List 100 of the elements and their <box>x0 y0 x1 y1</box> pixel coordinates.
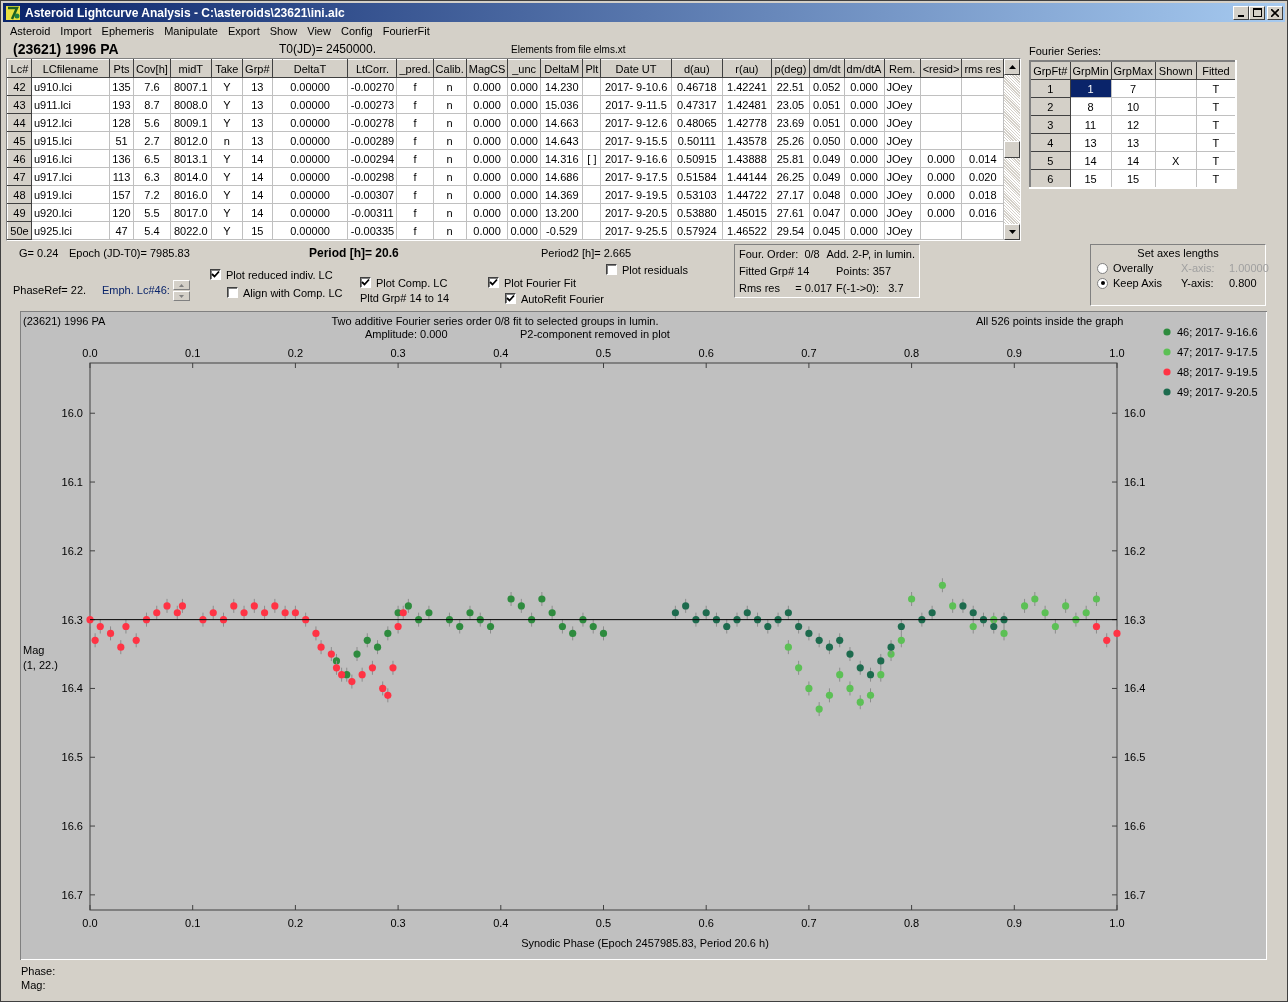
menu-item[interactable]: Ephemeris <box>96 25 160 37</box>
table-cell: 0.000 <box>920 185 962 204</box>
table-cell: 14 <box>242 167 273 186</box>
table-cell: n <box>433 77 467 96</box>
table-cell: 27.61 <box>771 203 810 222</box>
column-header[interactable]: LCfilename <box>31 59 110 78</box>
emph-label: Emph. Lc#46: <box>102 284 170 296</box>
row-header[interactable]: 6 <box>1030 169 1070 188</box>
table-cell: 15 <box>242 221 273 240</box>
column-header[interactable]: Rem. <box>884 59 921 78</box>
point <box>271 602 279 610</box>
x-tick-label: 1.0 <box>1109 917 1125 929</box>
column-header[interactable]: Calib. <box>433 59 467 78</box>
column-header[interactable]: DeltaM <box>540 59 583 78</box>
column-header[interactable]: MagCS <box>466 59 508 78</box>
menu-item[interactable]: View <box>302 25 336 37</box>
phase-readout: Phase: <box>21 964 56 978</box>
checkbox[interactable]: Plot Fourier Fit <box>487 275 606 290</box>
column-header[interactable]: d(au) <box>671 59 723 78</box>
table-cell: 8022.0 <box>170 221 212 240</box>
checkbox[interactable]: Align with Comp. LC <box>226 285 360 300</box>
table-cell: 0.051 <box>809 113 845 132</box>
menu-item[interactable]: Config <box>335 25 378 37</box>
point <box>569 629 577 637</box>
table-cell: 0.51584 <box>671 167 723 186</box>
column-header[interactable]: GrpMin <box>1070 61 1112 80</box>
column-header[interactable]: dm/dt <box>809 59 845 78</box>
column-header[interactable]: _unc <box>507 59 541 78</box>
column-header[interactable]: r(au) <box>722 59 772 78</box>
column-header[interactable]: Lc# <box>7 59 32 78</box>
table-cell: n <box>211 131 243 150</box>
point <box>784 609 792 617</box>
column-header[interactable]: Fitted <box>1196 61 1237 80</box>
checkbox[interactable]: Plot Comp. LC <box>359 275 488 290</box>
y-tick-label: 16.3 <box>61 613 83 626</box>
checkbox[interactable]: Plot residuals <box>605 262 688 277</box>
table-cell: 0.00000 <box>272 113 348 132</box>
column-header[interactable]: rms res <box>961 59 1004 78</box>
point <box>897 636 905 644</box>
x-tick-label: 0.3 <box>390 347 406 359</box>
table-cell: u910.lci <box>31 77 110 96</box>
point <box>836 636 844 644</box>
column-header[interactable]: midT <box>170 59 212 78</box>
column-header[interactable]: _pred. <box>396 59 434 78</box>
table-cell: JOey <box>884 203 921 222</box>
table-cell: Y <box>211 167 243 186</box>
table-cell: 2017- 9-12.6 <box>600 113 672 132</box>
table-cell: -0.00270 <box>348 77 397 96</box>
table-cell: n <box>433 113 467 132</box>
column-header[interactable]: Shown <box>1155 61 1197 80</box>
menu-item[interactable]: Export <box>222 25 265 37</box>
table-cell: 0.049 <box>809 149 845 168</box>
column-header[interactable]: dm/dtA <box>844 59 884 78</box>
table-cell: 0.00000 <box>272 131 348 150</box>
table-cell: 2017- 9-11.5 <box>600 95 672 114</box>
plotted-groups-label: Pltd Grp# 14 to 14 <box>359 292 451 304</box>
y-tick-label: 16.6 <box>61 820 83 833</box>
table-cell: f <box>396 221 434 240</box>
point <box>805 629 813 637</box>
column-header[interactable]: <resid> <box>920 59 962 78</box>
table-cell: -0.00289 <box>348 131 397 150</box>
menu-item[interactable]: Asteroid <box>5 25 56 37</box>
legend-label: 46; 2017- 9-16.6 <box>1177 326 1258 338</box>
checkbox[interactable]: AutoRefit Fourier <box>504 291 606 306</box>
checkbox[interactable]: Plot reduced indiv. LC <box>209 267 360 282</box>
menu-item[interactable]: Import <box>55 25 97 37</box>
menu-item[interactable]: FourierFit <box>377 25 435 37</box>
point <box>363 636 371 644</box>
chart-asteroid-name: (23621) 1996 PA <box>23 315 106 327</box>
table-cell: 0.049 <box>809 167 845 186</box>
column-header[interactable]: LtCorr. <box>348 59 397 78</box>
y-tick-label: 16.2 <box>61 544 83 557</box>
table-cell: 0.000 <box>844 167 884 186</box>
menu-item[interactable]: Manipulate <box>159 25 223 37</box>
table-cell: 1.43888 <box>722 149 772 168</box>
table-cell: n <box>433 185 467 204</box>
column-header[interactable]: Date UT <box>600 59 672 78</box>
column-header[interactable]: Cov[h] <box>133 59 171 78</box>
table-cell: n <box>433 95 467 114</box>
column-header[interactable]: Pts <box>109 59 134 78</box>
table-cell: 2017- 9-19.5 <box>600 185 672 204</box>
column-header[interactable]: Grp# <box>242 59 273 78</box>
table-cell: 25.26 <box>771 131 810 150</box>
table-cell: 0.50915 <box>671 149 723 168</box>
column-header[interactable]: GrpFt# <box>1030 61 1070 80</box>
x-tick-label: 0.3 <box>390 917 406 929</box>
column-header[interactable]: Take <box>211 59 243 78</box>
mag-readout: Mag: <box>21 978 46 992</box>
radio-button[interactable]: Keep Axis <box>1097 277 1181 289</box>
table-cell: 157 <box>109 185 134 204</box>
column-header[interactable]: GrpMax <box>1111 61 1156 80</box>
table-cell: 0.000 <box>844 221 884 240</box>
menu-item[interactable]: Show <box>264 25 303 37</box>
column-header[interactable]: p(deg) <box>771 59 810 78</box>
radio-button[interactable]: Overally <box>1097 262 1181 274</box>
table-cell: f <box>396 203 434 222</box>
table-cell: 0.53880 <box>671 203 723 222</box>
column-header[interactable]: DeltaT <box>272 59 348 78</box>
table-cell: 0.000 <box>507 149 541 168</box>
table-cell: 128 <box>109 113 134 132</box>
